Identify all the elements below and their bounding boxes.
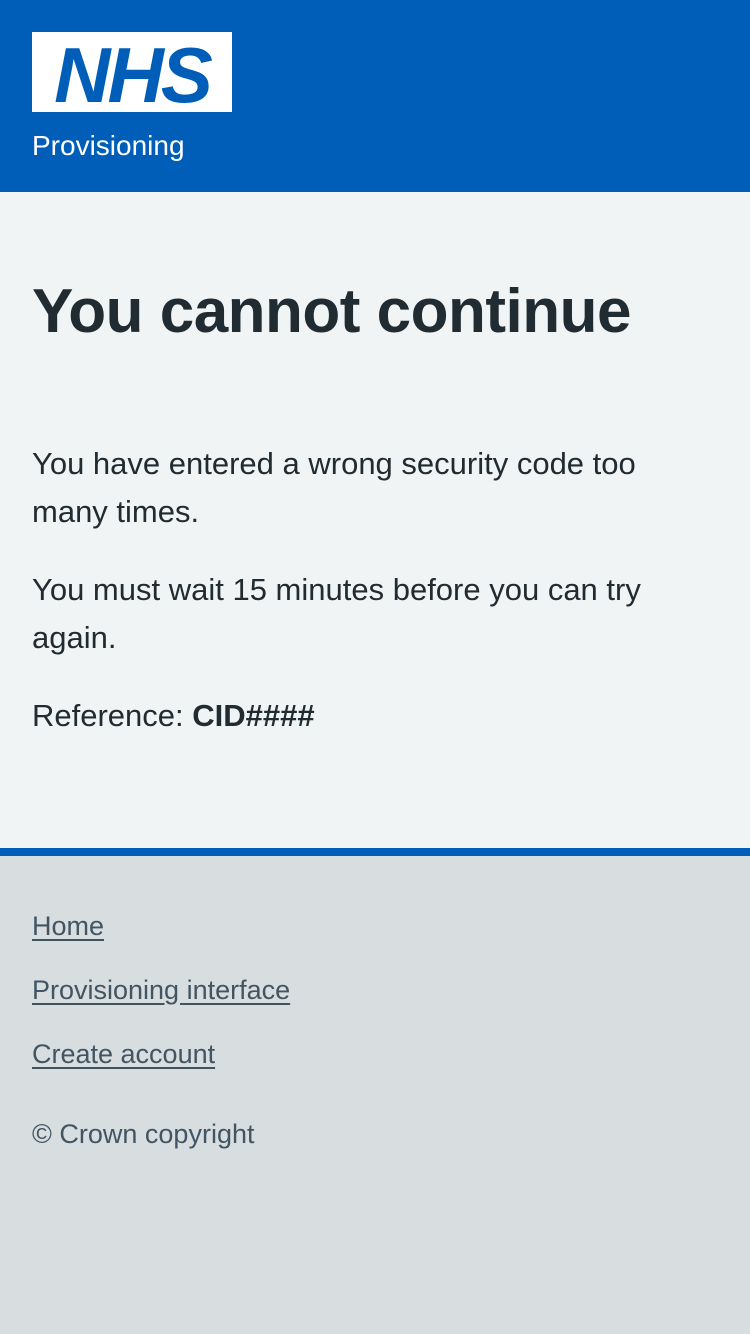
footer-link-home[interactable]: Home [32, 908, 718, 944]
error-message: You have entered a wrong security code t… [32, 446, 636, 529]
service-name[interactable]: Provisioning [32, 130, 718, 162]
main-content: You cannot continue You have entered a w… [0, 192, 750, 848]
copyright: © Crown copyright [32, 1119, 255, 1149]
nhs-logo-icon: NHS [32, 32, 232, 112]
site-header: NHS Provisioning [0, 0, 750, 192]
wait-message: You must wait 15 minutes before you can … [32, 572, 641, 655]
svg-text:NHS: NHS [54, 32, 213, 112]
reference-label: Reference: [32, 698, 193, 733]
reference-value: CID#### [192, 698, 315, 733]
page-title: You cannot continue [32, 277, 632, 346]
site-footer: Home Provisioning interface Create accou… [0, 848, 750, 1334]
footer-link-provisioning-interface[interactable]: Provisioning interface [32, 972, 718, 1008]
nhs-logo[interactable]: NHS [32, 32, 232, 112]
footer-link-create-account[interactable]: Create account [32, 1036, 718, 1072]
reference-line: Reference: CID#### [32, 692, 718, 740]
